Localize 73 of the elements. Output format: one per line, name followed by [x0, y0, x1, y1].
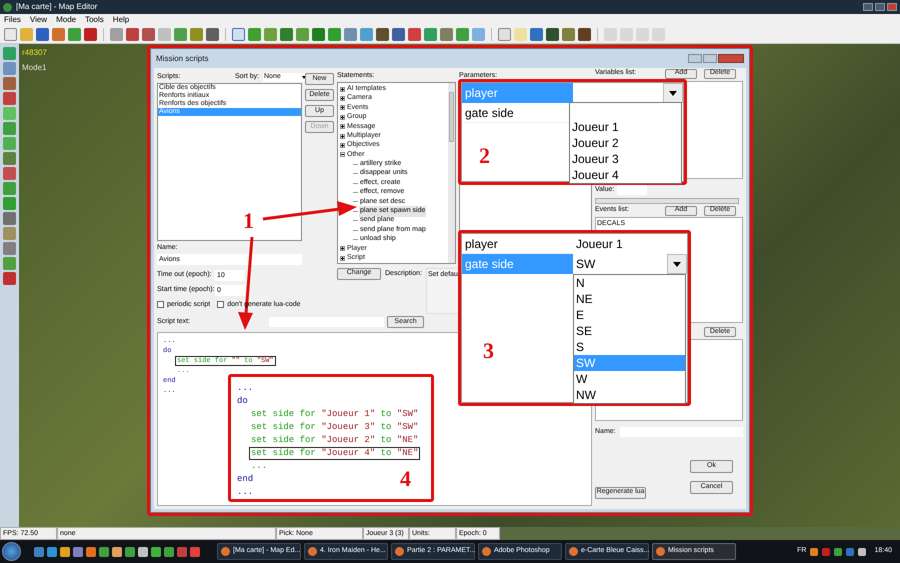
checkbox[interactable]	[157, 301, 164, 308]
dropdown-option[interactable]: S	[574, 339, 685, 355]
app-icon	[395, 547, 404, 556]
step-number: 1	[243, 210, 254, 232]
maximize-button[interactable]	[703, 54, 717, 63]
tool-icon[interactable]	[206, 28, 219, 41]
dropdown-option[interactable]: SE	[574, 323, 685, 339]
app-icon	[3, 2, 12, 12]
minimize-button[interactable]	[863, 3, 873, 11]
property-value: Joueur 1	[575, 236, 624, 253]
tool-icon[interactable]	[392, 28, 405, 41]
dropdown-option[interactable]: Joueur 1	[570, 119, 681, 135]
code-line: set side for "Joueur 2" to "NE"	[250, 434, 420, 447]
app-icon	[308, 547, 317, 556]
tool-icon[interactable]	[280, 28, 293, 41]
expand-icon[interactable]	[340, 134, 345, 139]
menu-item[interactable]: Help	[112, 14, 130, 26]
code-line: ...	[236, 486, 254, 499]
tool-icon[interactable]	[232, 28, 245, 41]
dropdown-option[interactable]: W	[574, 371, 685, 387]
code-line: end	[236, 473, 254, 486]
app-icon	[482, 547, 491, 556]
tool-icon[interactable]	[312, 28, 325, 41]
step-number: 4	[400, 468, 411, 490]
expand-icon[interactable]	[340, 96, 345, 102]
mode-label: Mode1	[22, 62, 46, 74]
window-title: [Ma carte] - Map Editor	[16, 1, 98, 13]
expand-icon[interactable]	[340, 114, 345, 120]
start-button[interactable]	[2, 542, 21, 561]
menu-item[interactable]: Mode	[56, 14, 76, 26]
build-number: r48307	[22, 47, 47, 59]
expand-icon[interactable]	[340, 143, 345, 148]
dropdown-option[interactable]: Joueur 3	[570, 151, 681, 167]
dropdown-option[interactable]: NW	[574, 387, 685, 403]
code-line: set side for "Joueur 3" to "SW"	[250, 421, 420, 434]
code-line: do	[236, 395, 249, 408]
close-button[interactable]	[887, 3, 897, 11]
menu-item[interactable]: View	[30, 14, 48, 26]
menu-item[interactable]: Tools	[85, 14, 104, 26]
code-line: ...	[250, 460, 268, 473]
caret-icon	[673, 262, 681, 266]
menu-item[interactable]: Files	[4, 14, 21, 26]
caret-icon	[669, 90, 677, 96]
tool-icon[interactable]	[36, 28, 49, 41]
expand-icon[interactable]	[340, 86, 345, 92]
close-button[interactable]	[718, 54, 744, 63]
tool-icon[interactable]	[530, 28, 543, 41]
expand-icon[interactable]	[340, 256, 345, 261]
tool-icon[interactable]	[4, 28, 17, 41]
code-line: set side for "Joueur 1" to "SW"	[250, 408, 420, 421]
dropdown-option[interactable]: Joueur 4	[570, 167, 681, 183]
tool-icon[interactable]	[546, 28, 559, 41]
value-field[interactable]	[617, 185, 648, 195]
dropdown-option[interactable]: Joueur 2	[570, 135, 681, 151]
expand-icon[interactable]	[340, 246, 345, 252]
dialog-title: Mission scripts	[156, 52, 208, 64]
expand-icon[interactable]	[340, 105, 345, 110]
minimize-button[interactable]	[688, 54, 702, 63]
step-number: 3	[483, 340, 494, 362]
code-line: ...	[236, 382, 254, 395]
expand-icon[interactable]	[340, 124, 345, 130]
maximize-button[interactable]	[875, 3, 885, 11]
step-number: 2	[479, 145, 490, 167]
tool-icon[interactable]	[376, 28, 389, 41]
scroll-thumb[interactable]	[449, 92, 454, 142]
tool-icon[interactable]	[142, 28, 155, 41]
app-icon	[221, 547, 230, 556]
collapse-icon[interactable]	[340, 152, 345, 158]
tool-icon[interactable]	[498, 28, 511, 41]
app-icon	[569, 547, 578, 556]
app-icon	[656, 547, 665, 556]
tool-icon[interactable]	[578, 28, 591, 41]
checkbox[interactable]	[217, 301, 224, 308]
